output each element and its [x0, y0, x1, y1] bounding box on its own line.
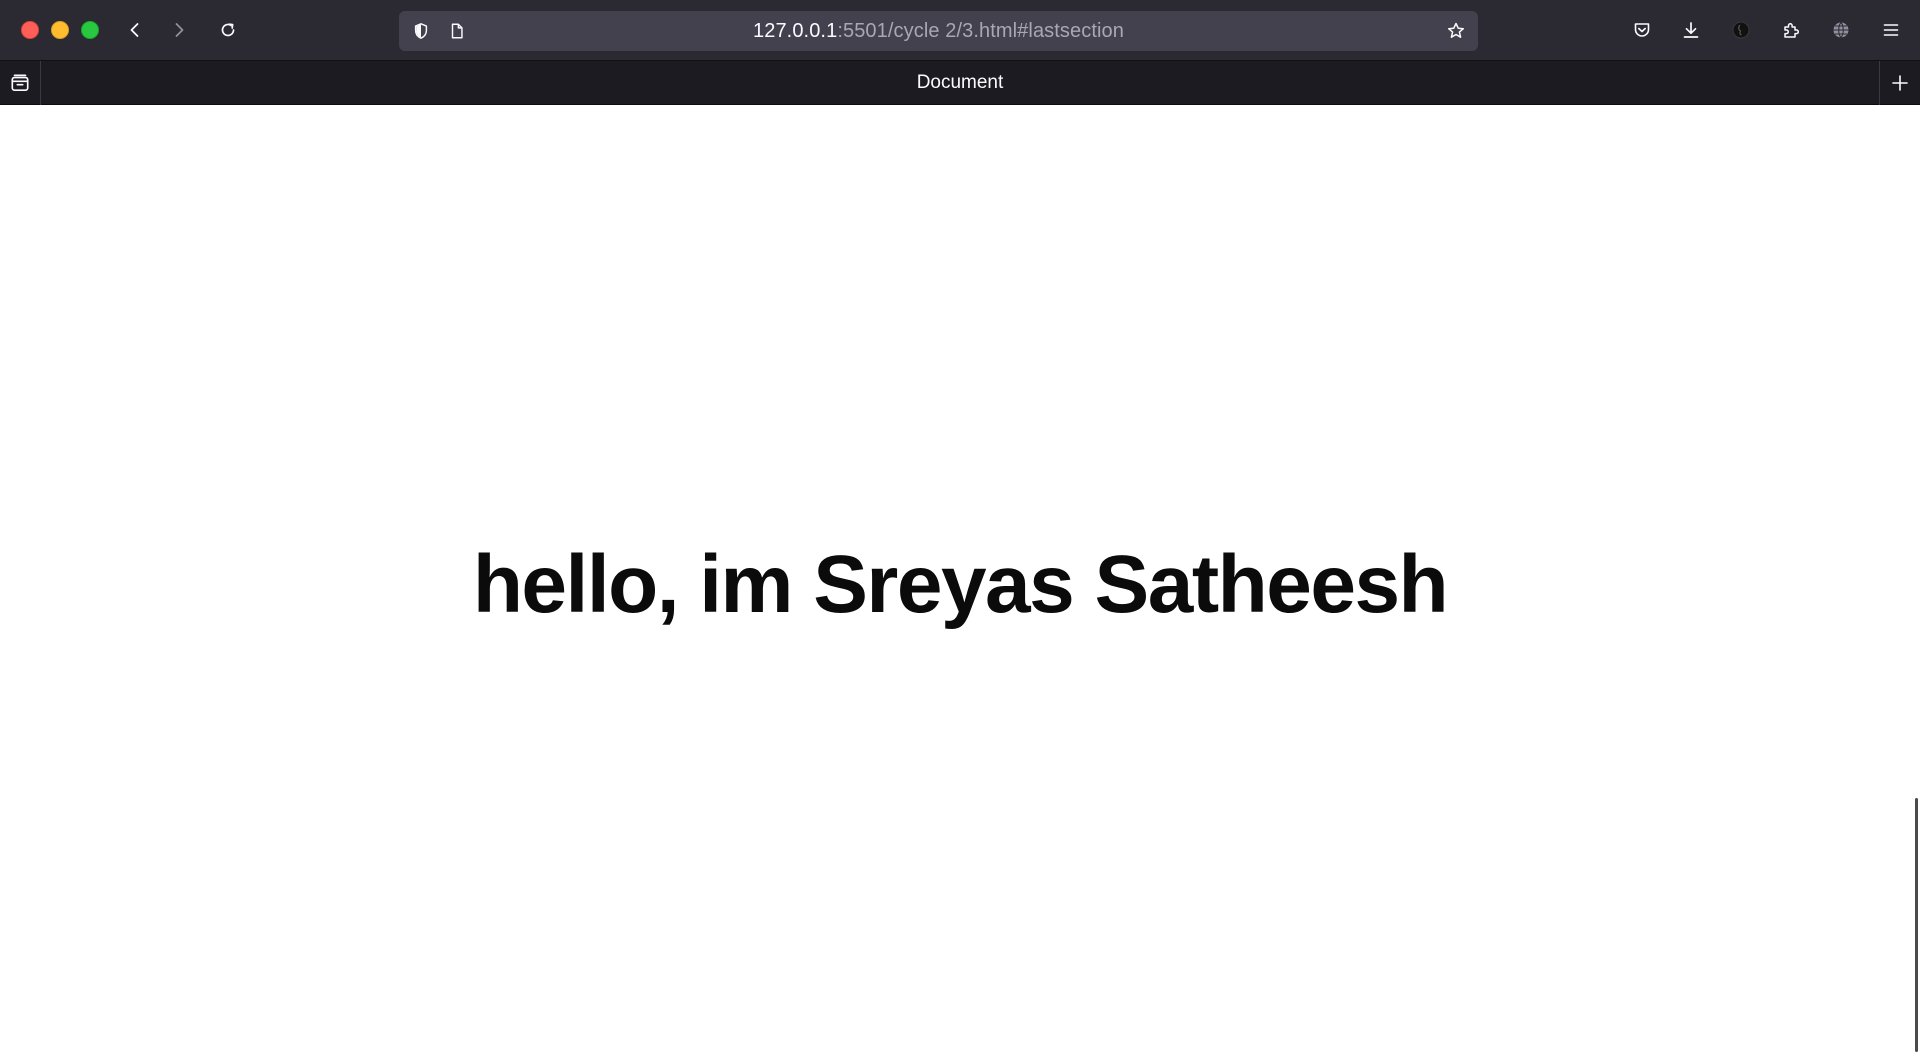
forward-arrow-icon [175, 23, 184, 37]
url-text: 127.0.0.1:5501/cycle 2/3.html#lastsectio… [399, 11, 1478, 51]
extensions-button[interactable] [1775, 14, 1807, 46]
tab-title: Document [916, 72, 1004, 93]
reload-icon [221, 23, 235, 37]
forward-button[interactable] [163, 14, 195, 46]
page-content: hello, im Sreyas Satheesh [0, 105, 1920, 1052]
star-icon [1447, 22, 1465, 38]
download-icon [1683, 22, 1699, 38]
back-arrow-icon [130, 23, 139, 37]
window-close-button[interactable] [21, 21, 39, 39]
account-button[interactable] [1725, 14, 1757, 46]
tab-list-icon [11, 74, 29, 91]
back-button[interactable] [119, 14, 151, 46]
window-maximize-button[interactable] [81, 21, 99, 39]
tab-strip: Document [0, 61, 1920, 105]
url-bar[interactable]: 127.0.0.1:5501/cycle 2/3.html#lastsectio… [399, 11, 1478, 51]
page-heading: hello, im Sreyas Satheesh [472, 539, 1449, 630]
account-icon [1732, 21, 1750, 39]
url-path: :5501/cycle 2/3.html#lastsection [837, 20, 1124, 42]
page-icon [451, 23, 463, 39]
bookmark-button[interactable] [1446, 21, 1466, 41]
window-minimize-button[interactable] [51, 21, 69, 39]
browser-window: 127.0.0.1:5501/cycle 2/3.html#lastsectio… [0, 0, 1920, 1052]
url-host: 127.0.0.1 [753, 20, 838, 42]
tab-document[interactable]: Document [41, 61, 1879, 105]
puzzle-icon [1784, 22, 1800, 38]
plus-icon [1892, 75, 1908, 91]
site-info-button[interactable] [447, 21, 467, 41]
scrollbar-thumb[interactable] [1915, 798, 1918, 1052]
app-menu-button[interactable] [1875, 14, 1907, 46]
shield-icon [414, 23, 428, 39]
hamburger-menu-icon [1883, 24, 1899, 36]
browser-toolbar: 127.0.0.1:5501/cycle 2/3.html#lastsectio… [0, 0, 1920, 61]
reload-button[interactable] [212, 14, 244, 46]
translate-button[interactable] [1825, 14, 1857, 46]
tracking-protection-button[interactable] [411, 21, 431, 41]
pocket-button[interactable] [1626, 14, 1658, 46]
downloads-button[interactable] [1675, 14, 1707, 46]
pocket-icon [1634, 23, 1650, 37]
list-all-tabs-button[interactable] [0, 61, 41, 105]
globe-icon [1833, 22, 1849, 38]
new-tab-button[interactable] [1879, 61, 1920, 105]
